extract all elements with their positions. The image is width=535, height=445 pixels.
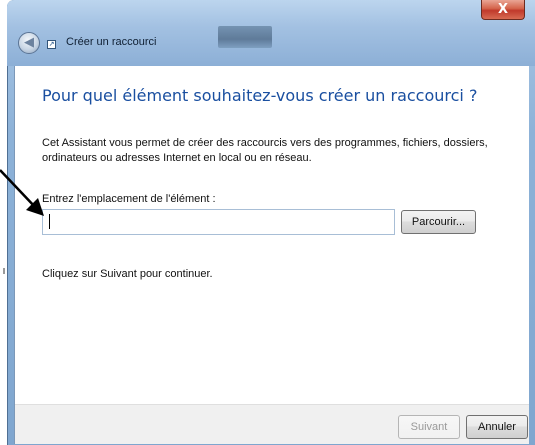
location-field-label: Entrez l'emplacement de l'élément : xyxy=(42,193,216,205)
annotation-arrow-icon xyxy=(0,169,44,216)
wizard-description: Cet Assistant vous permet de créer des r… xyxy=(42,137,488,164)
browse-button[interactable]: Parcourir... xyxy=(401,210,476,234)
wizard-client-area xyxy=(14,66,529,444)
cancel-button[interactable]: Annuler xyxy=(466,415,528,439)
shortcut-wizard-icon: ↗ xyxy=(47,40,56,49)
left-edge-mark xyxy=(3,268,5,274)
title-bar-background-thumbnail xyxy=(218,26,272,48)
back-arrow-icon: ◀ xyxy=(24,35,34,50)
close-button[interactable]: X xyxy=(481,0,525,20)
window-title: Créer un raccourci xyxy=(66,36,157,48)
back-button[interactable]: ◀ xyxy=(18,32,40,54)
next-button[interactable]: Suivant xyxy=(398,415,460,439)
continue-hint: Cliquez sur Suivant pour continuer. xyxy=(42,268,213,280)
location-input[interactable] xyxy=(42,209,395,235)
page-title: Pour quel élément souhaitez-vous créer u… xyxy=(42,86,478,105)
